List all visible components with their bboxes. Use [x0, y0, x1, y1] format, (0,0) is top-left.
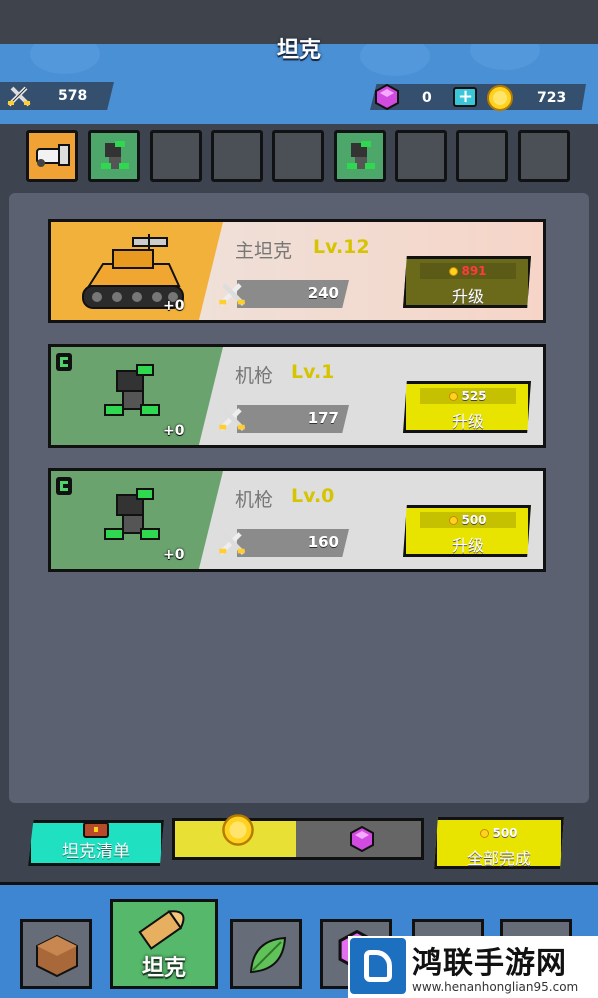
slot-gun[interactable]: [334, 130, 386, 182]
tank-list-label: 坦克清单: [62, 842, 130, 862]
gold-coin-icon: [449, 392, 459, 401]
card-portrait: [51, 222, 223, 320]
part-level: Lv.12: [313, 236, 370, 258]
enhance-level: +0: [163, 547, 185, 563]
watermark-url: www.henanhonglian95.com: [412, 980, 579, 994]
cannon-icon: [29, 133, 75, 179]
gold-coin-icon: [221, 813, 255, 847]
gem-value: 0: [422, 90, 432, 106]
upgrade-cost-value: 891: [461, 264, 487, 278]
enhance-level: +0: [163, 423, 185, 439]
gold-coin-icon: [486, 84, 514, 112]
machine-gun-icon: [91, 133, 137, 179]
plus-icon: +: [458, 86, 474, 107]
card-portrait: [51, 471, 223, 569]
upgrade-cost: 500: [406, 513, 530, 527]
part-name: 机枪: [235, 489, 274, 511]
page-title: 坦克: [276, 38, 321, 63]
leaf-icon: [245, 932, 291, 978]
machine-gun-icon: [101, 485, 171, 555]
slot-empty[interactable]: [395, 130, 447, 182]
slot-gun[interactable]: [88, 130, 140, 182]
complete-all-button[interactable]: 500 全部完成: [434, 817, 564, 869]
power-value: 240: [307, 284, 339, 302]
upgrade-cost-value: 525: [461, 389, 487, 403]
watermark: 鸿联手游网 www.henanhonglian95.com: [348, 936, 598, 998]
part-card-machine-gun[interactable]: +0 机枪 Lv.1 177 525 升级: [48, 344, 546, 448]
gold-value: 723: [537, 90, 567, 106]
slot-empty[interactable]: [272, 130, 324, 182]
upgrade-label: 升级: [451, 536, 484, 555]
part-name: 机枪: [235, 365, 274, 387]
nav-tab-tank-label: 坦克: [141, 956, 186, 981]
power-value: 578: [58, 88, 88, 104]
part-card-main-tank[interactable]: +0 主坦克 Lv.12 240 891 升级: [48, 219, 546, 323]
slot-cannon[interactable]: [26, 130, 78, 182]
part-level: Lv.0: [291, 485, 335, 507]
tank-list-button[interactable]: 坦克清单: [28, 820, 164, 866]
gem-icon: [374, 84, 400, 110]
complete-all-label: 全部完成: [466, 849, 531, 868]
upgrade-cost: 525: [406, 389, 530, 403]
enhance-level: +0: [163, 298, 185, 314]
rarity-badge: [56, 353, 72, 371]
upgrade-label: 升级: [451, 412, 484, 431]
power-value: 160: [307, 533, 339, 551]
part-card-machine-gun[interactable]: +0 机枪 Lv.0 160 500 升级: [48, 468, 546, 572]
upgrade-button[interactable]: 891 升级: [403, 256, 531, 308]
slot-empty[interactable]: [456, 130, 508, 182]
upgrade-button[interactable]: 525 升级: [403, 381, 531, 433]
nav-tab-crate[interactable]: [20, 919, 92, 989]
part-name: 主坦克: [235, 240, 293, 262]
complete-cost: 500: [437, 826, 561, 840]
complete-cost-value: 500: [492, 826, 518, 840]
gem-icon: [349, 826, 375, 852]
upgrade-label: 升级: [451, 287, 484, 306]
gold-coin-icon: [480, 829, 490, 838]
part-level: Lv.1: [291, 361, 335, 383]
crate-icon: [33, 932, 81, 980]
reward-progress-bar: [172, 814, 424, 860]
sword-icon: [6, 84, 32, 108]
rarity-badge: [56, 477, 72, 495]
upgrade-cost: 891: [406, 264, 530, 278]
gold-coin-icon: [449, 516, 459, 525]
nav-tab-tank[interactable]: 坦克: [110, 899, 218, 989]
gold-coin-icon: [449, 267, 459, 276]
watermark-title: 鸿联手游网: [412, 946, 567, 981]
watermark-logo: [350, 938, 406, 994]
bullet-icon: [133, 898, 199, 954]
machine-gun-icon: [101, 361, 171, 431]
upgrade-cost-value: 500: [461, 513, 487, 527]
card-portrait: [51, 347, 223, 445]
power-value: 177: [307, 409, 339, 427]
machine-gun-icon: [337, 133, 383, 179]
upgrade-button[interactable]: 500 升级: [403, 505, 531, 557]
add-gems-button[interactable]: +: [453, 86, 477, 107]
slot-empty[interactable]: [211, 130, 263, 182]
slot-empty[interactable]: [150, 130, 202, 182]
nav-tab-leaf[interactable]: [230, 919, 302, 989]
slot-empty[interactable]: [518, 130, 570, 182]
